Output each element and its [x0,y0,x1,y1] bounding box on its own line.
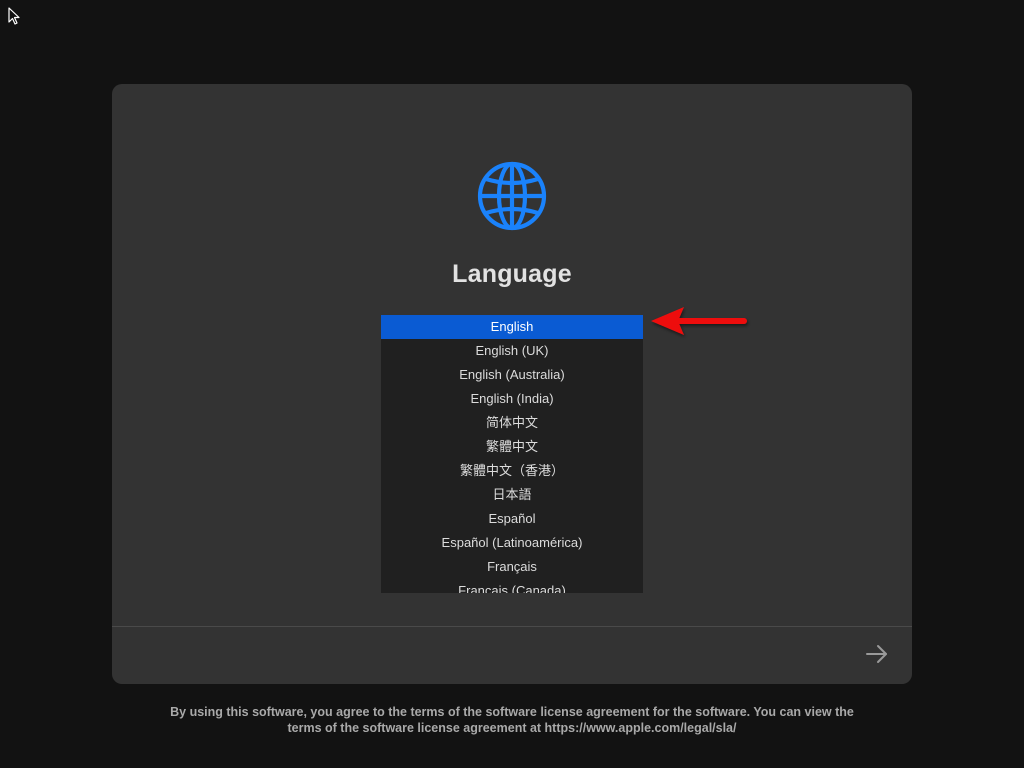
language-option[interactable]: Español [381,507,643,531]
language-option[interactable]: 繁體中文（香港） [381,459,643,483]
language-option[interactable]: 简体中文 [381,411,643,435]
license-notice: By using this software, you agree to the… [112,704,912,736]
license-line-1: By using this software, you agree to the… [170,705,854,719]
language-option[interactable]: 日本語 [381,483,643,507]
language-option[interactable]: English (UK) [381,339,643,363]
language-option[interactable]: 繁體中文 [381,435,643,459]
language-option[interactable]: Français (Canada) [381,579,643,593]
language-list[interactable]: English English (UK) English (Australia) En… [381,315,643,593]
page-title: Language [452,260,572,288]
setup-window: Language English English (UK) English (Aus… [112,84,912,684]
license-line-2: terms of the software license agreement … [287,721,737,735]
language-option[interactable]: Español (Latinoamérica) [381,531,643,555]
mouse-cursor-icon [8,7,20,25]
language-option[interactable]: English [381,315,643,339]
red-arrow-annotation [651,307,747,335]
language-option[interactable]: Français [381,555,643,579]
language-option[interactable]: English (Australia) [381,363,643,387]
language-option[interactable]: English (India) [381,387,643,411]
globe-icon [477,161,547,231]
arrow-right-icon[interactable] [864,641,890,667]
footer-divider [112,626,912,627]
